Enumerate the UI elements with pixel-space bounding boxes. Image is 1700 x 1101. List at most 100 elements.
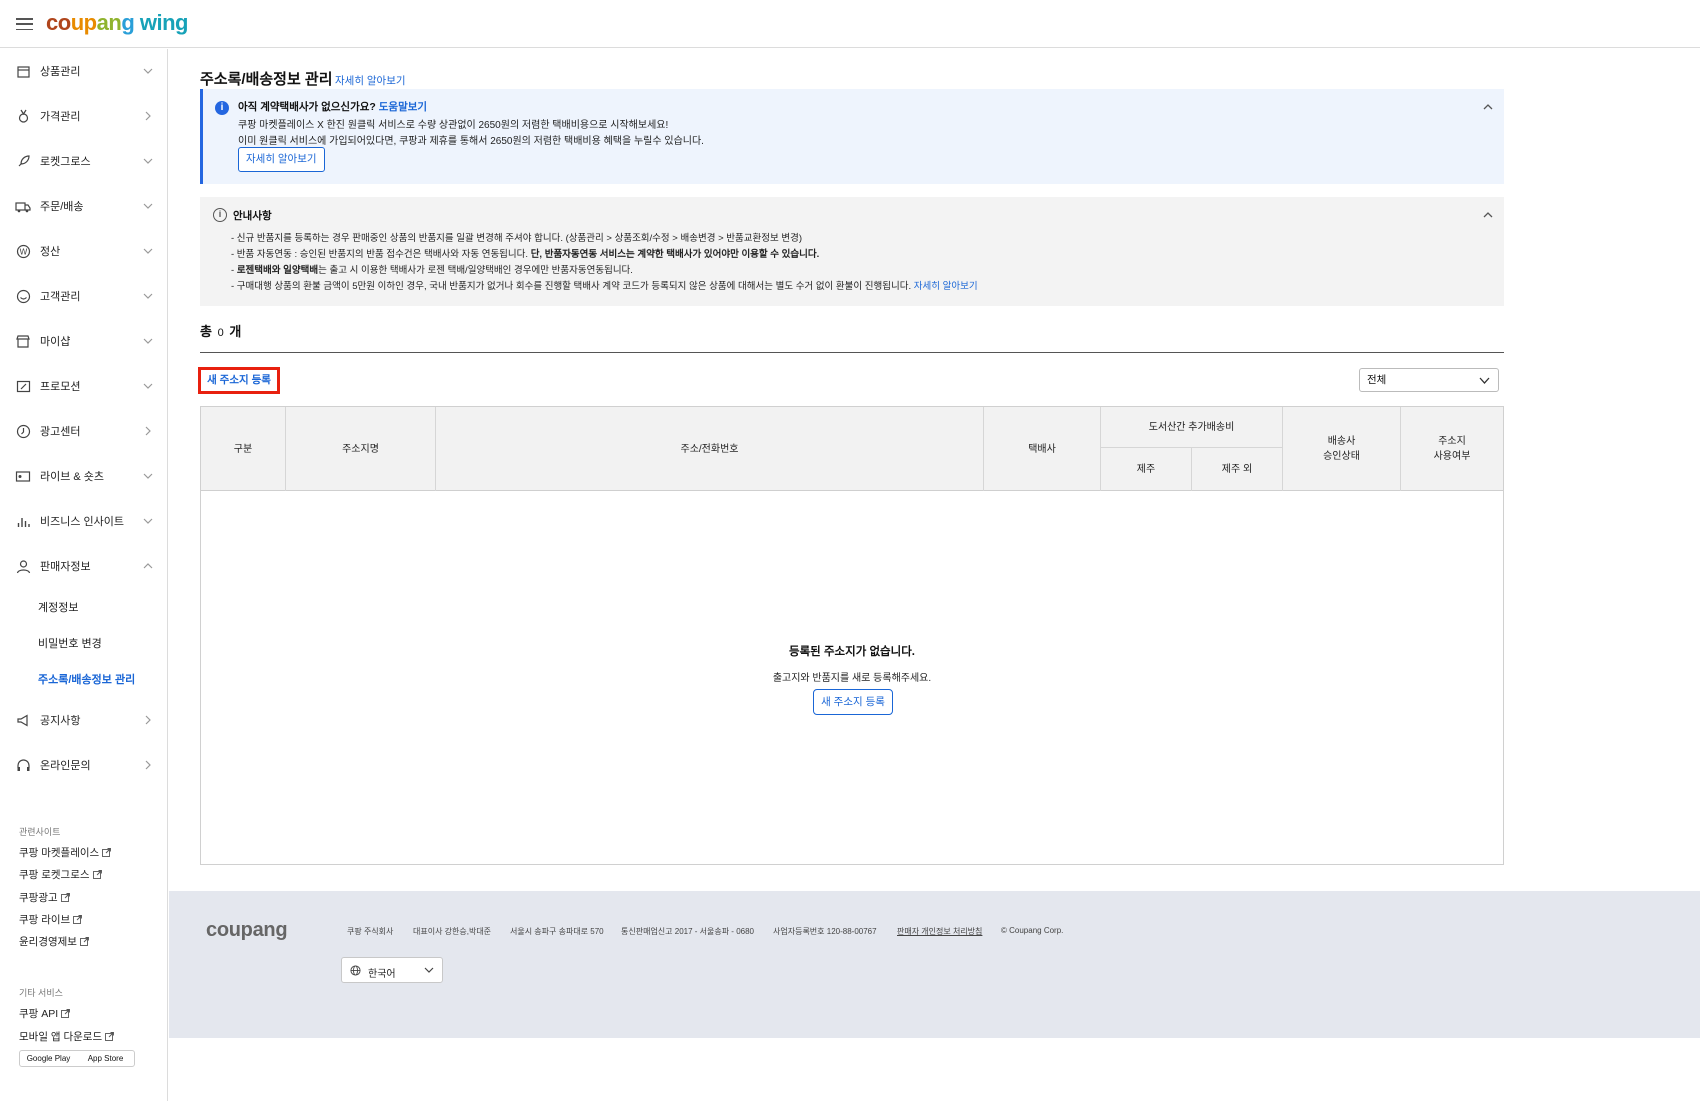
external-link-icon	[60, 893, 70, 902]
other-link-mobile-app[interactable]: 모바일 앱 다운로드	[19, 1029, 115, 1044]
sidebar-item-seller-info[interactable]: 판매자정보	[0, 551, 167, 581]
learn-more-link[interactable]: 자세히 알아보기	[335, 73, 406, 88]
other-link-coupang-api[interactable]: 쿠팡 API	[19, 1006, 71, 1021]
chevron-down-icon	[143, 383, 153, 389]
learn-more-button[interactable]: 자세히 알아보기	[238, 147, 325, 172]
sidebar-item-ad-center[interactable]: 광고센터	[0, 416, 167, 446]
chevron-down-icon	[143, 68, 153, 74]
related-link-live[interactable]: 쿠팡 라이브	[19, 912, 83, 927]
related-link-label: 쿠팡 마켓플레이스	[19, 847, 100, 859]
footer-address: 서울시 송파구 송파대로 570	[510, 927, 604, 936]
related-sites-title: 관련사이트	[19, 827, 61, 837]
hamburger-menu-icon[interactable]	[16, 18, 33, 31]
box-icon	[15, 63, 31, 79]
related-link-rocket-growth[interactable]: 쿠팡 로켓그로스	[19, 867, 102, 882]
sidebar-item-online-inquiry[interactable]: 온라인문의	[0, 750, 167, 780]
related-link-marketplace[interactable]: 쿠팡 마켓플레이스	[19, 845, 112, 860]
sidebar-item-live-shorts[interactable]: 라이브 & 숏츠	[0, 461, 167, 491]
learn-more-link[interactable]: 자세히 알아보기	[914, 281, 978, 292]
external-link-icon	[105, 1032, 115, 1041]
external-link-icon	[92, 870, 102, 879]
sidebar-item-order-shipping[interactable]: 주문/배송	[0, 191, 167, 221]
info-icon: i	[215, 101, 229, 115]
chevron-down-icon	[143, 338, 153, 344]
related-link-label: 윤리경영제보	[19, 936, 77, 948]
chevron-down-icon	[424, 967, 434, 973]
filter-select[interactable]: 전체	[1359, 368, 1499, 392]
courier-promo-notice: i 아직 계약택배사가 없으신가요? 도움말보기 쿠팡 마켓플레이스 X 한진 …	[200, 89, 1504, 184]
sidebar-item-price[interactable]: 가격관리	[0, 101, 167, 131]
th-address-name: 주소지명	[286, 407, 436, 491]
chevron-down-icon	[143, 518, 153, 524]
external-link-icon	[80, 937, 89, 946]
truck-icon	[15, 198, 31, 214]
th-jeju: 제주	[1101, 448, 1192, 491]
chevron-up-icon[interactable]	[1482, 101, 1494, 113]
sidebar-item-label: 마이샵	[40, 336, 71, 348]
empty-new-address-button[interactable]: 새 주소지 등록	[813, 689, 893, 715]
table-header: 구분 주소지명 주소/전화번호 택배사 도서산간 추가배송비 제주 제주 외 배…	[201, 407, 1503, 491]
divider	[200, 352, 1504, 353]
sidebar-subitem-account-info[interactable]: 계정정보	[38, 599, 78, 615]
google-play-badge[interactable]: Google Play	[20, 1054, 77, 1063]
sidebar-item-label: 주문/배송	[40, 201, 84, 213]
th-type: 구분	[201, 407, 286, 491]
total-prefix: 총	[200, 324, 212, 339]
sidebar-subitem-address-book[interactable]: 주소록/배송정보 관리	[38, 671, 135, 687]
total-suffix: 개	[229, 324, 242, 339]
sidebar-item-business-insight[interactable]: 비즈니스 인사이트	[0, 506, 167, 536]
medal-icon	[15, 108, 31, 124]
sidebar-item-product[interactable]: 상품관리	[0, 56, 167, 86]
other-services-title: 기타 서비스	[19, 988, 63, 998]
related-link-ads[interactable]: 쿠팡광고	[19, 890, 70, 905]
ad-icon	[15, 423, 31, 439]
coupon-icon	[15, 378, 31, 394]
guide-line-text: - 구매대행 상품의 환불 금액이 5만원 이하인 경우, 국내 반품지가 없거…	[231, 281, 914, 292]
footer-business-no: 사업자등록번호 120-88-00767	[773, 927, 877, 936]
notice-heading: 아직 계약택배사가 없으신가요? 도움말보기	[238, 99, 427, 114]
won-icon: W	[15, 243, 31, 259]
sidebar-subitem-change-password[interactable]: 비밀번호 변경	[38, 635, 102, 651]
chevron-up-icon[interactable]	[1482, 209, 1494, 221]
sidebar-item-label: 고객관리	[40, 291, 81, 303]
app-store-badge[interactable]: App Store	[77, 1054, 134, 1063]
sidebar-item-notice[interactable]: 공지사항	[0, 705, 167, 735]
sidebar-item-label: 광고센터	[40, 426, 81, 438]
related-link-label: 쿠팡 로켓그로스	[19, 869, 90, 881]
top-bar: coupang wing	[0, 0, 1700, 48]
chevron-right-icon	[145, 715, 151, 725]
help-link[interactable]: 도움말보기	[379, 101, 427, 113]
sidebar-item-rocket-growth[interactable]: 로켓그로스	[0, 146, 167, 176]
sidebar-item-label: 프로모션	[40, 381, 81, 393]
other-link-label: 모바일 앱 다운로드	[19, 1031, 103, 1043]
sidebar-item-promotion[interactable]: 프로모션	[0, 371, 167, 401]
total-count: 총 0 개	[200, 321, 241, 340]
language-select[interactable]: 한국어	[341, 957, 443, 983]
sidebar-item-label: 비즈니스 인사이트	[40, 516, 125, 528]
chevron-down-icon	[143, 158, 153, 164]
guide-line: - 반품 자동연동 : 승인된 반품지의 반품 접수건은 택배사와 자동 연동됩…	[231, 246, 819, 260]
notice-line: 이미 원클릭 서비스에 가입되어있다면, 쿠팡과 제휴를 통해서 2650원의 …	[238, 136, 704, 147]
sidebar-item-customer[interactable]: 고객관리	[0, 281, 167, 311]
footer-privacy-link[interactable]: 판매자 개인정보 처리방침	[897, 926, 982, 937]
external-link-icon	[73, 915, 83, 924]
coupang-wing-logo[interactable]: coupang wing	[46, 10, 188, 36]
filter-select-value: 전체	[1367, 374, 1387, 386]
related-link-ethics-report[interactable]: 윤리경영제보	[19, 934, 89, 949]
empty-state-title: 등록된 주소지가 없습니다.	[789, 646, 915, 658]
total-number: 0	[217, 327, 224, 339]
sidebar-item-settlement[interactable]: W 정산	[0, 236, 167, 266]
footer-copyright: © Coupang Corp.	[1001, 926, 1064, 935]
store-badges: Google Play App Store	[19, 1050, 135, 1067]
sidebar-item-label: 상품관리	[40, 66, 81, 78]
guide-notice: i 안내사항 - 신규 반품지를 등록하는 경우 판매중인 상품의 반품지를 일…	[200, 197, 1504, 306]
sidebar-item-label: 온라인문의	[40, 760, 91, 772]
related-link-label: 쿠팡광고	[19, 892, 58, 904]
guide-line: - 신규 반품지를 등록하는 경우 판매중인 상품의 반품지를 일괄 변경해 주…	[231, 233, 803, 244]
chevron-down-icon	[143, 473, 153, 479]
sidebar-item-myshop[interactable]: 마이샵	[0, 326, 167, 356]
th-courier: 택배사	[984, 407, 1101, 491]
new-address-button[interactable]: 새 주소지 등록	[198, 367, 280, 394]
sidebar-item-label: 판매자정보	[40, 561, 91, 573]
th-approval-status: 배송사 승인상태	[1283, 407, 1401, 491]
